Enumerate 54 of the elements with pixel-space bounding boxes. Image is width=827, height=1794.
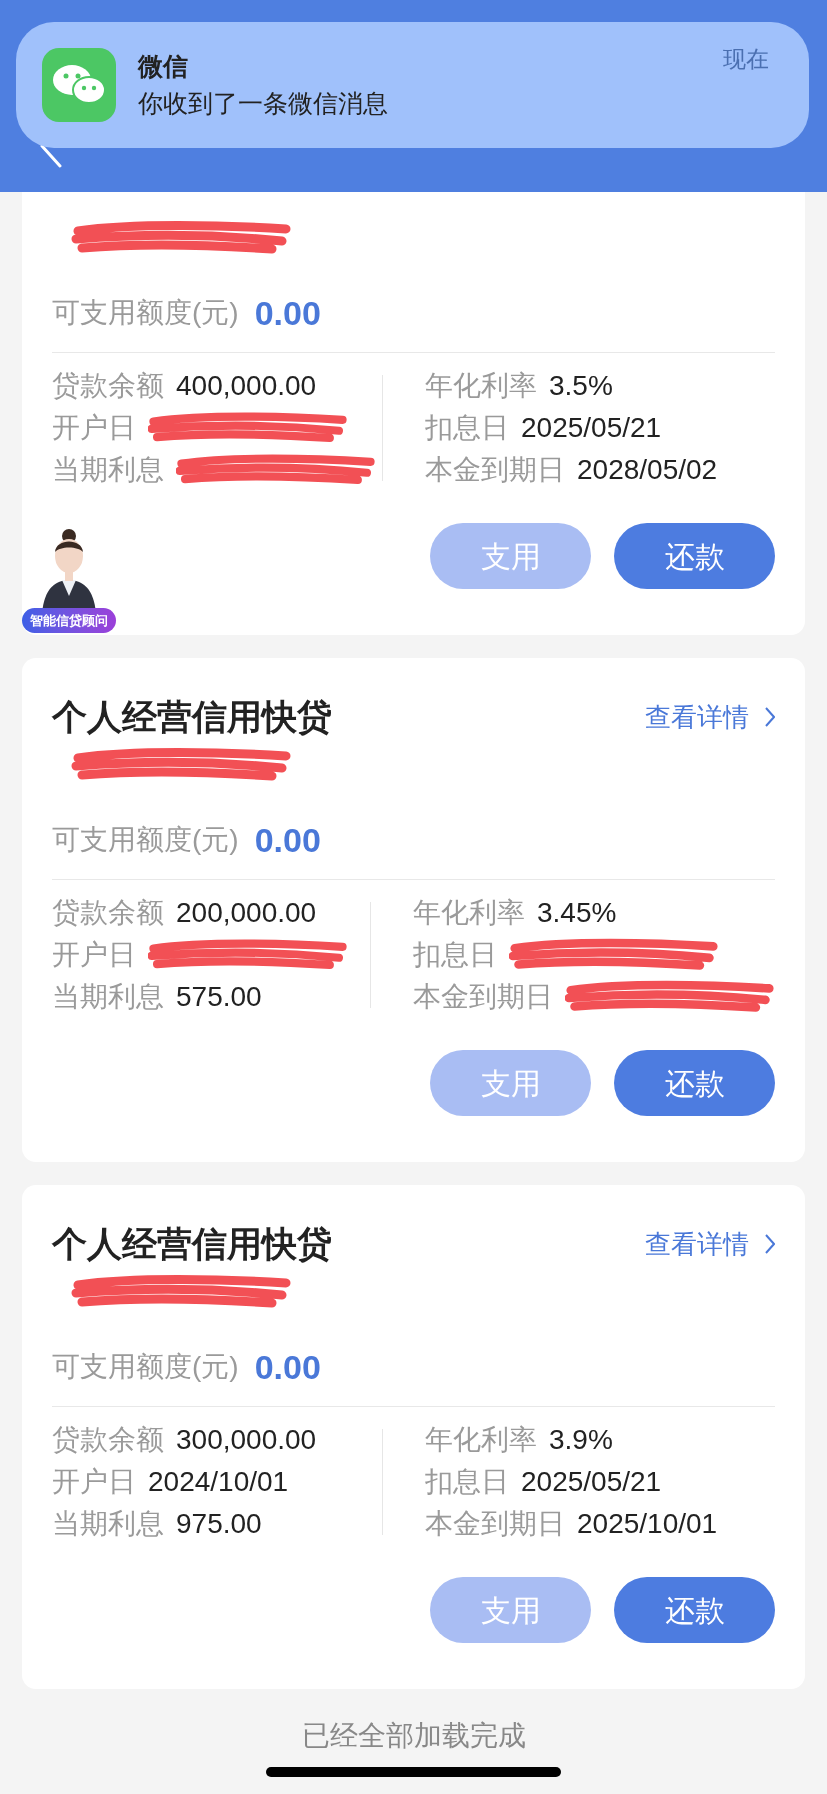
field-value: 2025/10/01	[577, 1507, 718, 1541]
field-label: 扣息日	[425, 411, 509, 445]
field-value: 975.00	[176, 1507, 262, 1541]
field-value: 2024/10/01	[148, 1465, 289, 1499]
field-value: 2025/05/21	[521, 1465, 662, 1499]
advisor-badge[interactable]: 智能信贷顾问	[22, 607, 116, 633]
field-value: 200,000.00	[176, 896, 317, 930]
repay-button[interactable]: 还款	[614, 523, 775, 589]
field-value: 3.9%	[549, 1423, 613, 1457]
field-label: 扣息日	[413, 938, 497, 972]
available-label: 可支用额度(元)	[52, 1350, 239, 1384]
back-icon[interactable]	[40, 144, 62, 168]
chevron-icon	[765, 1234, 775, 1254]
field-label: 开户日	[52, 1465, 136, 1499]
field-label: 年化利率	[413, 896, 525, 930]
notification-banner[interactable]: 微信 你收到了一条微信消息 现在	[16, 22, 809, 148]
detail-link[interactable]: 查看详情	[645, 1224, 775, 1264]
field-label: 年化利率	[425, 1423, 537, 1457]
field-value: 2025/05/21	[521, 411, 662, 445]
available-amount: 0.00	[254, 1346, 321, 1388]
field-value: 3.45%	[537, 896, 617, 930]
repay-button[interactable]: 还款	[614, 1050, 775, 1116]
available-label: 可支用额度(元)	[52, 823, 239, 857]
available-amount: 0.00	[254, 819, 321, 861]
notification-app: 微信	[138, 50, 189, 82]
field-label: 贷款余额	[52, 896, 164, 930]
chat-app-icon	[42, 48, 116, 122]
field-value: 400,000.00	[176, 369, 317, 403]
detail-link[interactable]: 查看详情	[645, 697, 775, 737]
field-label: 贷款余额	[52, 369, 164, 403]
repay-button[interactable]: 还款	[614, 1577, 775, 1643]
available-amount: 0.00	[254, 292, 321, 334]
field-value: 2028/05/02	[577, 453, 718, 487]
field-label: 开户日	[52, 411, 136, 445]
load-complete-text: 已经全部加载完成	[301, 1719, 526, 1753]
notification-message: 你收到了一条微信消息	[138, 88, 389, 119]
card-title: 个人经营信用快贷	[52, 1222, 332, 1265]
field-label: 本金到期日	[413, 980, 553, 1014]
field-label: 本金到期日	[425, 453, 565, 487]
field-label: 当期利息	[52, 980, 164, 1014]
field-value: 300,000.00	[176, 1423, 317, 1457]
field-label: 当期利息	[52, 1507, 164, 1541]
available-label: 可支用额度(元)	[52, 296, 239, 330]
field-label: 贷款余额	[52, 1423, 164, 1457]
field-label: 扣息日	[425, 1465, 509, 1499]
field-label: 年化利率	[425, 369, 537, 403]
field-value: 3.5%	[549, 369, 613, 403]
notification-time: 现在	[723, 45, 769, 74]
chevron-icon	[765, 707, 775, 727]
field-value: 575.00	[176, 980, 262, 1014]
card-title: 个人经营信用快贷	[52, 695, 332, 738]
field-label: 当期利息	[52, 453, 164, 487]
field-label: 开户日	[52, 938, 136, 972]
field-label: 本金到期日	[425, 1507, 565, 1541]
